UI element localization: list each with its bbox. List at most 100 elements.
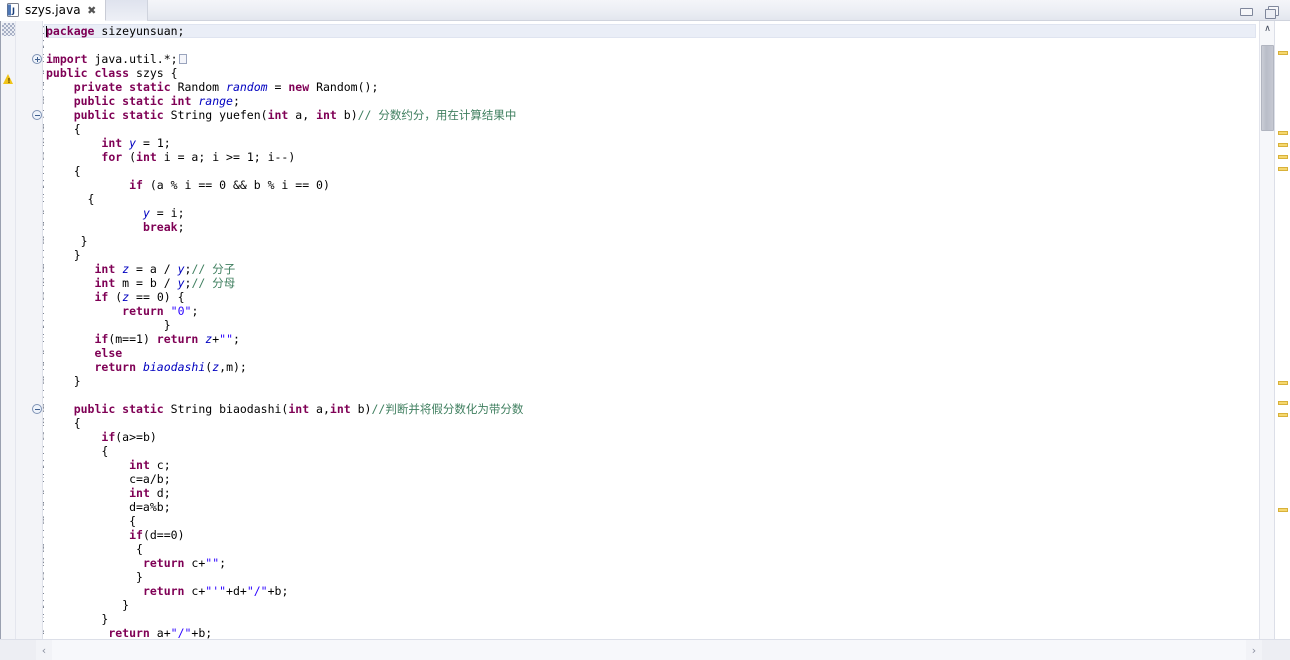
code-line[interactable]: } (44, 612, 1256, 626)
code-line[interactable]: public static String yuefen(int a, int b… (44, 108, 1256, 122)
collapsed-region-icon[interactable] (178, 54, 187, 64)
code-line[interactable]: { (44, 416, 1256, 430)
code-line[interactable]: { (44, 192, 1256, 206)
code-line[interactable] (44, 388, 1256, 402)
code-token-pl: b) (350, 402, 372, 416)
code-line[interactable]: if (z == 0) { (44, 290, 1256, 304)
code-line[interactable]: int m = b / y;// 分母 (44, 276, 1256, 290)
code-line[interactable]: int z = a / y;// 分子 (44, 262, 1256, 276)
overview-warning-marker[interactable] (1278, 51, 1288, 55)
code-line[interactable]: private static Random random = new Rando… (44, 80, 1256, 94)
annotation-ruler[interactable]: ! (1, 21, 16, 639)
code-line[interactable]: int d; (44, 486, 1256, 500)
code-line[interactable]: } (44, 598, 1256, 612)
horizontal-scrollbar[interactable]: ‹ › (0, 639, 1290, 660)
fold-collapse-icon[interactable] (32, 404, 42, 414)
code-line[interactable]: if(m==1) return z+""; (44, 332, 1256, 346)
overview-warning-marker[interactable] (1278, 131, 1288, 135)
eclipse-editor-window: J szys.java ✖ ! 123141516171819202122232… (0, 0, 1290, 660)
code-line[interactable]: else (44, 346, 1256, 360)
code-token-kw: int (94, 276, 116, 290)
code-token-pl: +d+ (226, 584, 247, 598)
fold-collapse-icon[interactable] (32, 110, 42, 120)
code-line[interactable]: public static int range; (44, 94, 1256, 108)
code-line[interactable] (44, 38, 1256, 52)
code-line[interactable]: if(a>=b) (44, 430, 1256, 444)
code-token-kw: else (94, 346, 123, 360)
code-token-pl: = i; (149, 206, 185, 220)
vertical-scrollbar-thumb[interactable] (1261, 45, 1274, 131)
code-line[interactable]: int y = 1; (44, 136, 1256, 150)
code-line[interactable]: } (44, 570, 1256, 584)
code-line[interactable]: d=a%b; (44, 500, 1256, 514)
overview-warning-marker[interactable] (1278, 381, 1288, 385)
scroll-up-icon[interactable]: ∧ (1260, 21, 1275, 36)
code-token-pl: b) (336, 108, 358, 122)
editor-tab-szys-java[interactable]: J szys.java ✖ (0, 0, 106, 21)
overview-warning-marker[interactable] (1278, 143, 1288, 147)
code-line[interactable]: y = i; (44, 206, 1256, 220)
code-token-kw: public static (73, 108, 164, 122)
code-line[interactable]: return c+"'"+d+"/"+b; (44, 584, 1256, 598)
code-line[interactable]: } (44, 234, 1256, 248)
overview-warning-marker[interactable] (1278, 401, 1288, 405)
window-minimize-icon[interactable] (1238, 3, 1254, 19)
code-editor[interactable]: ! 12314151617181920212223242526272829303… (0, 21, 1290, 639)
code-token-str: "'" (205, 584, 227, 598)
code-token-kw: int (267, 108, 289, 122)
code-line[interactable]: for (int i = a; i >= 1; i--) (44, 150, 1256, 164)
code-token-pl: +b; (191, 626, 213, 639)
close-icon[interactable]: ✖ (86, 5, 98, 16)
code-line[interactable]: { (44, 444, 1256, 458)
code-line[interactable]: c=a/b; (44, 472, 1256, 486)
overview-warning-marker[interactable] (1278, 413, 1288, 417)
overview-warning-marker[interactable] (1278, 167, 1288, 171)
code-token-pl: (d==0) (142, 528, 185, 542)
window-restore-icon[interactable] (1264, 3, 1280, 19)
code-line[interactable]: { (44, 164, 1256, 178)
code-line[interactable]: return c+""; (44, 556, 1256, 570)
code-line[interactable]: } (44, 318, 1256, 332)
code-line[interactable]: { (44, 122, 1256, 136)
warning-icon[interactable]: ! (3, 74, 14, 85)
code-line[interactable]: } (44, 374, 1256, 388)
code-line[interactable]: return "0"; (44, 304, 1256, 318)
code-token-pl: (m==1) (108, 332, 157, 346)
code-line[interactable]: int c; (44, 458, 1256, 472)
folding-ruler[interactable] (31, 21, 43, 639)
scroll-right-icon[interactable]: › (1246, 640, 1262, 660)
code-token-pl: } (46, 248, 81, 262)
code-line[interactable]: if(d==0) (44, 528, 1256, 542)
vertical-scrollbar[interactable]: ∧ (1259, 21, 1274, 639)
code-text-area[interactable]: package sizeyunsuan; import java.util.*;… (44, 21, 1256, 639)
fold-expand-icon[interactable] (32, 54, 42, 64)
code-line[interactable]: return biaodashi(z,m); (44, 360, 1256, 374)
code-token-fld: y (177, 262, 185, 276)
code-token-fld: y (129, 136, 137, 150)
code-token-kw: package (46, 24, 95, 38)
code-line[interactable]: public class szys { (44, 66, 1256, 80)
code-line[interactable]: package sizeyunsuan; (44, 24, 1256, 38)
code-token-pl: d; (149, 486, 171, 500)
code-line[interactable]: return a+"/"+b; (44, 626, 1256, 639)
code-line[interactable]: import java.util.*; (44, 52, 1256, 66)
code-token-pl: (a % i == 0 && b % i == 0) (142, 178, 330, 192)
code-line[interactable]: break; (44, 220, 1256, 234)
horizontal-scrollbar-track[interactable] (52, 639, 1246, 660)
code-token-pl: java.util.*; (87, 52, 178, 66)
code-line[interactable]: { (44, 514, 1256, 528)
overview-ruler[interactable] (1274, 21, 1290, 639)
code-line[interactable]: if (a % i == 0 && b % i == 0) (44, 178, 1256, 192)
overview-warning-marker[interactable] (1278, 508, 1288, 512)
scroll-left-icon[interactable]: ‹ (36, 640, 52, 660)
code-token-pl: ; (191, 304, 199, 318)
code-line[interactable]: public static String biaodashi(int a,int… (44, 402, 1256, 416)
code-line[interactable]: } (44, 248, 1256, 262)
code-token-pl: == 0) { (129, 290, 185, 304)
overview-warning-marker[interactable] (1278, 155, 1288, 159)
code-line[interactable]: { (44, 542, 1256, 556)
